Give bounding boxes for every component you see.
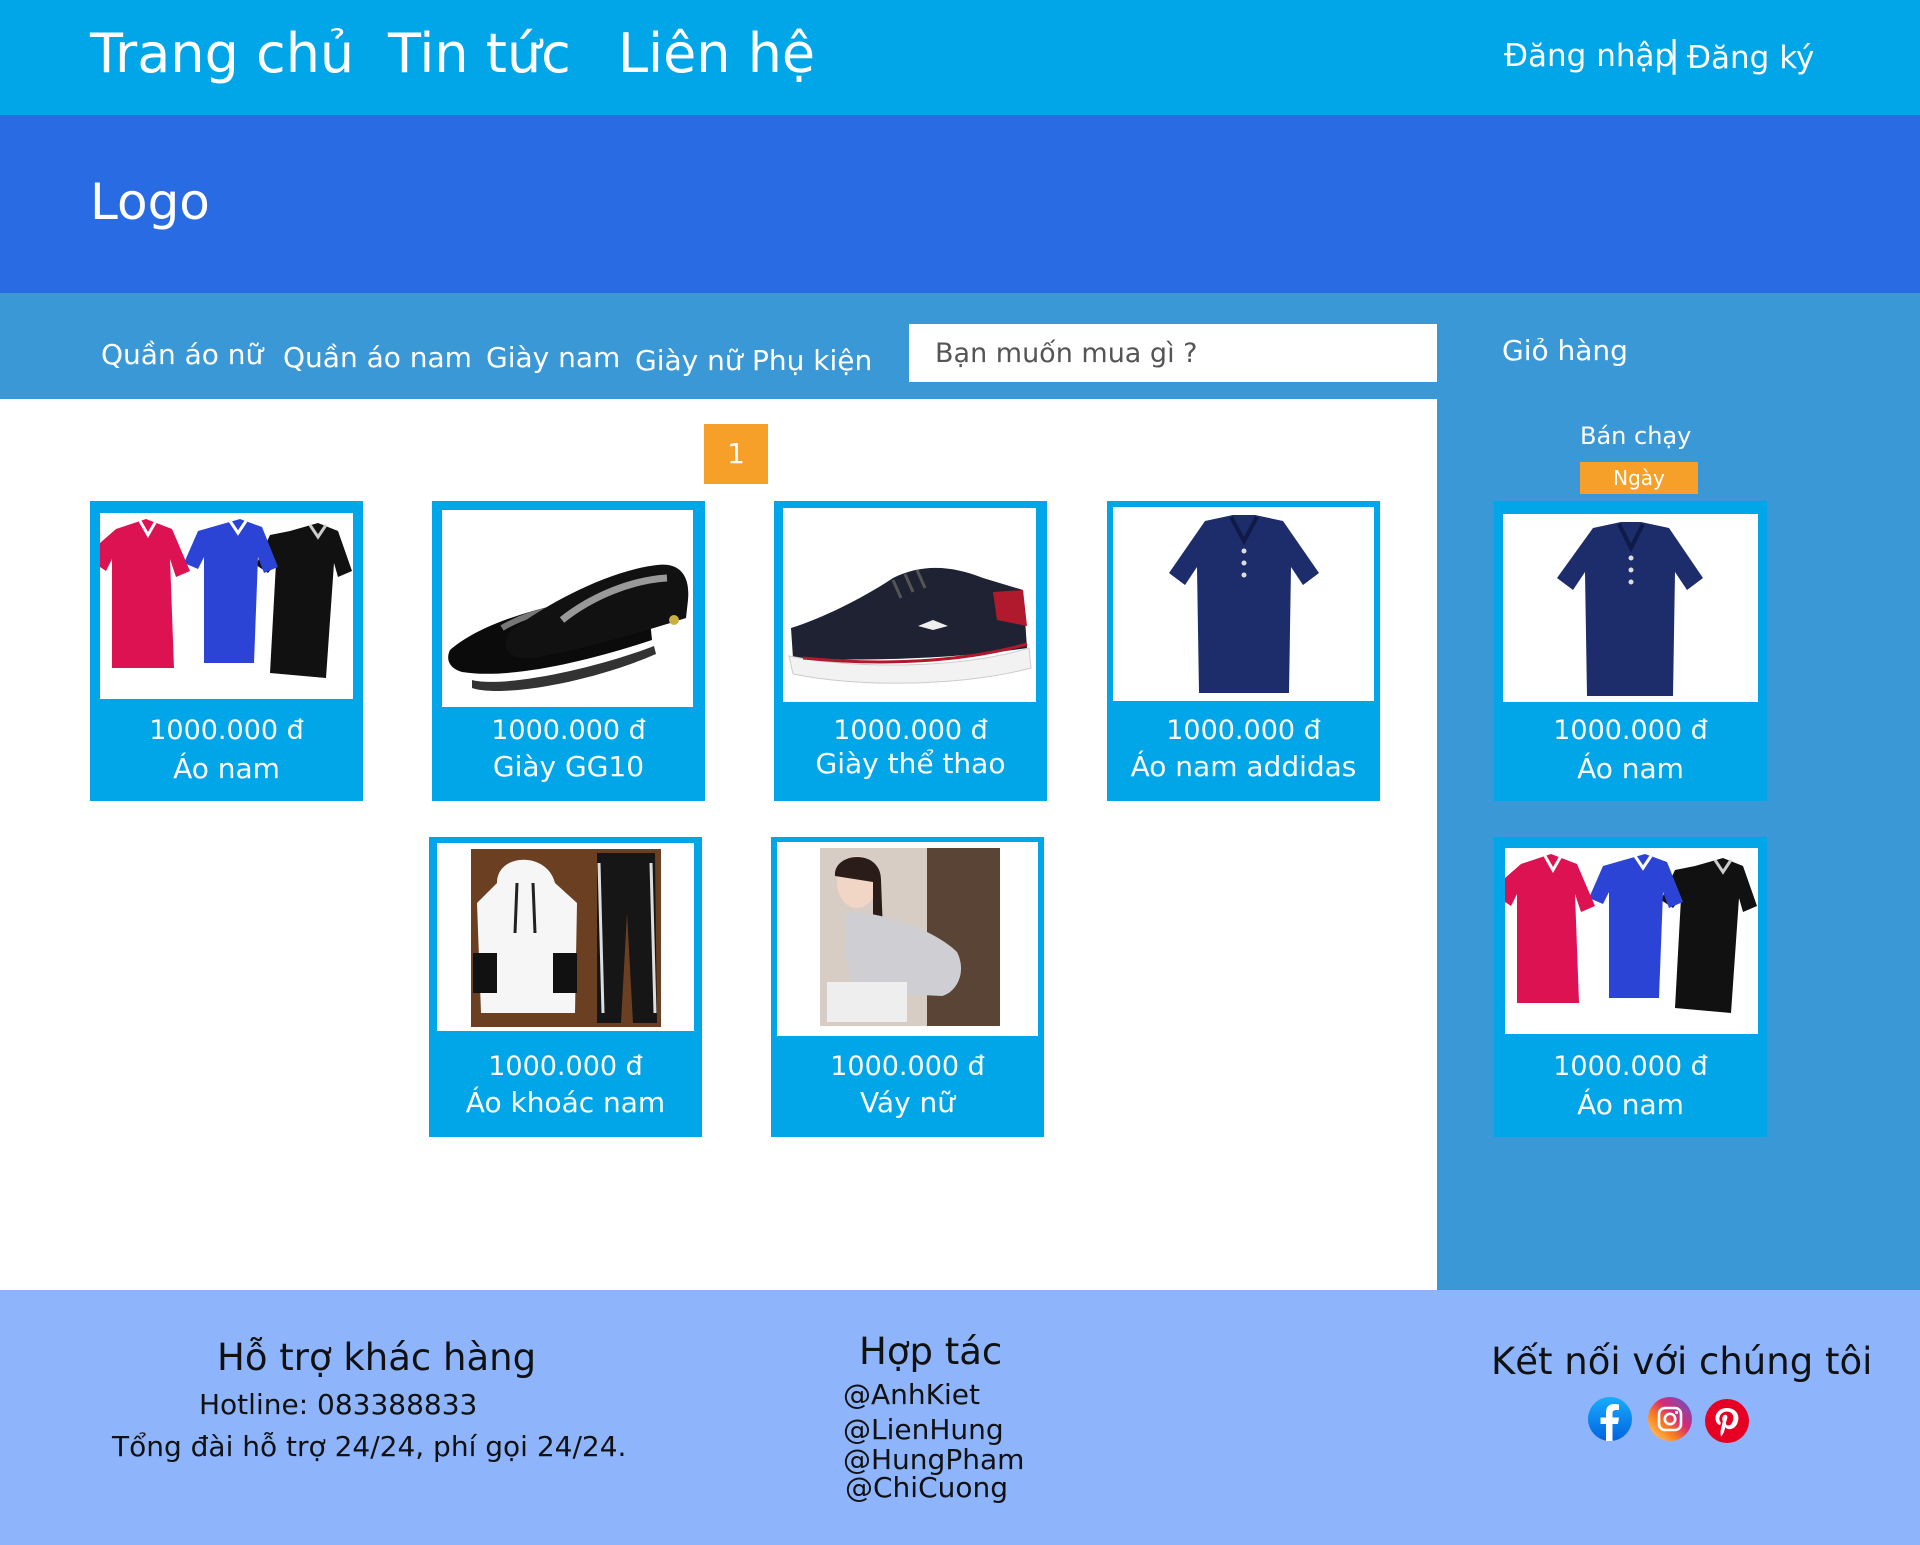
logo-banner: Logo	[0, 115, 1920, 293]
day-filter-badge[interactable]: Ngày	[1580, 462, 1698, 494]
pinterest-icon[interactable]	[1705, 1399, 1749, 1443]
top-navigation-bar: Trang chủ Tin tức Liên hệ Đăng nhập | Đă…	[0, 0, 1920, 115]
product-card[interactable]: 1000.000 đ Áo nam	[90, 501, 363, 801]
category-accessories[interactable]: Phụ kiện	[752, 344, 872, 377]
product-image-three-polo-shirts	[1505, 848, 1758, 1034]
category-womens-shoes[interactable]: Giày nữ	[635, 344, 743, 377]
product-image-sneaker	[783, 508, 1036, 702]
facebook-icon[interactable]	[1588, 1397, 1632, 1441]
bestseller-card[interactable]: 1000.000 đ Áo nam	[1494, 501, 1767, 801]
site-logo[interactable]: Logo	[90, 173, 210, 231]
product-price: 1000.000 đ	[833, 715, 988, 746]
category-mens-shoes[interactable]: Giày nam	[486, 341, 620, 374]
product-card[interactable]: 1000.000 đ Áo nam addidas	[1107, 501, 1380, 801]
partner-link[interactable]: @ChiCuong	[845, 1471, 1008, 1504]
search-input[interactable]	[909, 324, 1437, 382]
product-name: Giày thể thao	[815, 747, 1006, 780]
support-note: Tổng đài hỗ trợ 24/24, phí gọi 24/24.	[112, 1430, 627, 1463]
product-price: 1000.000 đ	[1553, 715, 1708, 746]
product-image-black-loafers	[442, 510, 693, 707]
product-card[interactable]: 1000.000 đ Giày thể thao	[774, 501, 1047, 801]
support-hotline: Hotline: 083388833	[199, 1388, 478, 1421]
product-name: Áo nam	[1577, 1088, 1684, 1121]
product-image-three-polo-shirts	[100, 513, 353, 699]
pagination-page-1[interactable]: 1	[704, 424, 768, 484]
register-link[interactable]: Đăng ký	[1687, 40, 1814, 76]
product-card[interactable]: 1000.000 đ Váy nữ	[771, 837, 1044, 1137]
support-title: Hỗ trợ khác hàng	[217, 1336, 537, 1379]
product-price: 1000.000 đ	[830, 1051, 985, 1082]
product-image-hoodie-set	[437, 843, 694, 1031]
product-price: 1000.000 đ	[149, 715, 304, 746]
product-name: Váy nữ	[859, 1086, 956, 1119]
nav-home-link[interactable]: Trang chủ	[90, 22, 354, 85]
product-price: 1000.000 đ	[488, 1051, 643, 1082]
product-image-navy-polo-shirt	[1503, 514, 1758, 702]
partner-link[interactable]: @AnhKiet	[843, 1378, 980, 1411]
best-seller-label: Bán chạy	[1580, 422, 1692, 450]
product-name: Áo nam	[173, 752, 280, 785]
partners-title: Hợp tác	[859, 1330, 1003, 1373]
product-image-navy-polo-shirt	[1113, 507, 1374, 701]
connect-title: Kết nối với chúng tôi	[1491, 1340, 1873, 1383]
nav-news-link[interactable]: Tin tức	[388, 22, 571, 85]
product-card[interactable]: 1000.000 đ Áo khoác nam	[429, 837, 702, 1137]
product-name: Áo nam addidas	[1130, 750, 1357, 783]
nav-contact-link[interactable]: Liên hệ	[618, 22, 815, 85]
product-name: Giày GG10	[492, 750, 645, 783]
category-womens-clothing[interactable]: Quần áo nữ	[101, 338, 263, 371]
category-mens-clothing[interactable]: Quần áo nam	[283, 341, 472, 374]
product-image-woman-dress	[777, 842, 1038, 1036]
login-link[interactable]: Đăng nhập	[1504, 38, 1674, 74]
instagram-icon[interactable]	[1648, 1397, 1692, 1441]
product-name: Áo nam	[1577, 752, 1684, 785]
product-price: 1000.000 đ	[491, 715, 646, 746]
footer: Hỗ trợ khác hàng Hotline: 083388833 Tổng…	[0, 1290, 1920, 1545]
product-price: 1000.000 đ	[1553, 1051, 1708, 1082]
product-price: 1000.000 đ	[1166, 715, 1321, 746]
product-card[interactable]: 1000.000 đ Giày GG10	[432, 501, 705, 801]
auth-separator: |	[1668, 34, 1681, 75]
cart-link[interactable]: Giỏ hàng	[1502, 334, 1628, 367]
bestseller-card[interactable]: 1000.000 đ Áo nam	[1494, 837, 1767, 1137]
partner-link[interactable]: @LienHung	[843, 1413, 1004, 1446]
product-name: Áo khoác nam	[465, 1086, 666, 1119]
